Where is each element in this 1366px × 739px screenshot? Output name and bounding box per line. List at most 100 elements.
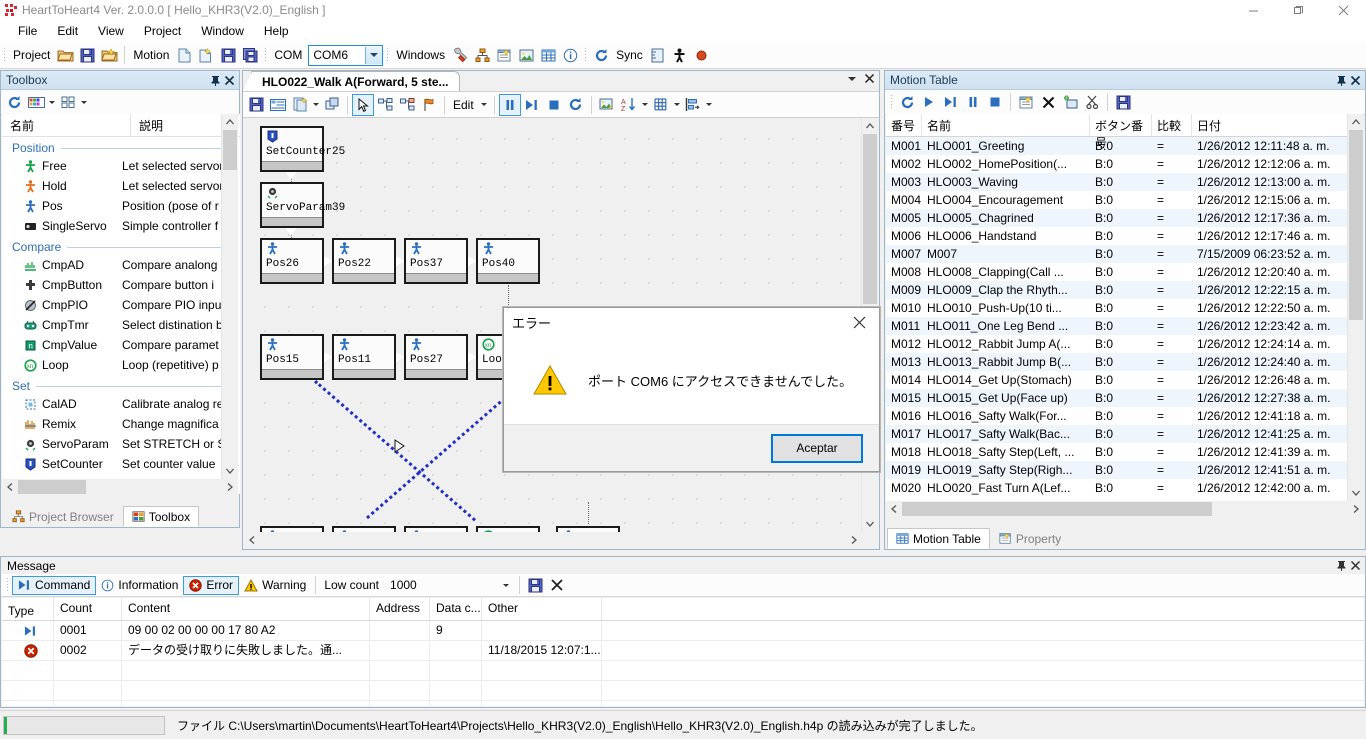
link-icon[interactable] <box>374 94 396 116</box>
toolbox-item-setcounter[interactable]: SetCounter Set counter value <box>2 454 240 474</box>
toolbox-col-desc[interactable]: 説明 <box>131 114 163 136</box>
col-number[interactable]: 番号 <box>886 114 922 136</box>
toolbox-list[interactable]: 名前 説明 Position Free Let selected servor Hol… <box>2 114 240 494</box>
col-other[interactable]: Other <box>482 598 602 620</box>
step-icon[interactable] <box>940 91 962 113</box>
motion-scroll-thumb[interactable] <box>1349 130 1363 320</box>
table-row[interactable]: M012 HLO012_Rabbit Jump A(... B:0 = 1/26/201… <box>886 335 1364 353</box>
scroll-up-icon[interactable] <box>222 114 238 130</box>
flow-node-pos27[interactable]: Pos27 <box>404 334 468 380</box>
scroll-right-icon[interactable] <box>222 479 238 495</box>
motion-table-grid[interactable]: 番号 名前 ボタン番号 比較 日付 M001 HLO001_Greeting B:0… <box>886 114 1364 516</box>
chevron-down-icon-5[interactable] <box>704 94 714 116</box>
grid-icon[interactable] <box>650 94 672 116</box>
chevron-down-icon[interactable] <box>47 91 57 113</box>
copy-motion-icon[interactable] <box>289 94 311 116</box>
delete-icon[interactable] <box>1037 91 1059 113</box>
toolbox-item-cmppio[interactable]: CmpPIO Compare PIO inpu <box>2 295 240 315</box>
sync-icon[interactable] <box>590 44 612 66</box>
stop-icon[interactable] <box>984 91 1006 113</box>
chevron-down-icon[interactable] <box>311 94 321 116</box>
col-date[interactable]: 日付 <box>1192 114 1352 136</box>
sort-az-icon[interactable]: AZ <box>618 94 640 116</box>
info-icon[interactable] <box>559 44 581 66</box>
table-row[interactable]: M006 HLO006_Handstand B:0 = 1/26/2012 12:17:… <box>886 227 1364 245</box>
pause-icon[interactable] <box>962 91 984 113</box>
flow-node-servoparam39[interactable]: ServoParam39 <box>260 182 345 228</box>
chevron-down-icon-2[interactable] <box>478 94 490 116</box>
open-folder-icon[interactable] <box>54 44 76 66</box>
motion-hscrollbar[interactable] <box>886 501 1364 517</box>
scroll-up-icon[interactable] <box>862 118 878 134</box>
flow-node-pos26[interactable]: Pos26 <box>260 238 324 284</box>
message-row[interactable]: 0001 09 00 02 00 00 00 17 80 A2 9 <box>2 621 1364 641</box>
scroll-down-icon[interactable] <box>1348 485 1364 501</box>
scroll-up-icon[interactable] <box>1348 114 1364 130</box>
table-row[interactable]: M013 HLO013_Rabbit Jump B(... B:0 = 1/26/201… <box>886 353 1364 371</box>
col-name[interactable]: 名前 <box>922 114 1090 136</box>
save-motion-icon[interactable] <box>217 44 239 66</box>
toolbox-col-name[interactable]: 名前 <box>2 114 131 136</box>
toolbox-item-cmpbutton[interactable]: CmpButton Compare button i <box>2 275 240 295</box>
flow-node-pos40[interactable]: Pos40 <box>476 238 540 284</box>
table-row[interactable]: M007 M007 B:0 = 7/15/2009 06:23:52 a. m. <box>886 245 1364 263</box>
chevron-down-icon-2[interactable] <box>79 91 89 113</box>
table-row[interactable]: M016 HLO016_Safty Walk(For... B:0 = 1/26/201… <box>886 407 1364 425</box>
scroll-down-icon[interactable] <box>222 463 238 479</box>
tab-toolbox[interactable]: Toolbox <box>122 506 200 527</box>
picture-icon[interactable] <box>515 44 537 66</box>
toolbar-grip-3[interactable] <box>386 47 390 63</box>
new-file-icon[interactable] <box>173 44 195 66</box>
toolbox-item-calad[interactable]: CalAD Calibrate analog re <box>2 394 240 414</box>
pause-icon[interactable] <box>498 93 521 116</box>
message-row[interactable]: 0002 データの受け取りに失敗しました。通... 11/18/2015 12:07… <box>2 641 1364 661</box>
menu-view[interactable]: View <box>88 22 134 40</box>
new-project-icon[interactable] <box>98 44 120 66</box>
picture-icon[interactable] <box>596 94 618 116</box>
filter-information-button[interactable]: Information <box>96 576 183 595</box>
toolbox-hscroll-thumb[interactable] <box>18 480 86 494</box>
col-type[interactable]: Type <box>2 598 54 620</box>
tab-property[interactable]: Property <box>990 528 1070 549</box>
close-icon[interactable] <box>839 308 879 336</box>
wrench-icon[interactable] <box>449 44 471 66</box>
scroll-down-icon[interactable] <box>862 516 878 532</box>
toolbox-item-free[interactable]: Free Let selected servor <box>2 156 240 176</box>
align-icon[interactable] <box>682 94 704 116</box>
table-row[interactable]: M008 HLO008_Clapping(Call ... B:0 = 1/26/201… <box>886 263 1364 281</box>
tab-project-browser[interactable]: Project Browser <box>3 506 123 527</box>
new-motion-icon[interactable] <box>195 44 217 66</box>
pointer-icon[interactable] <box>352 93 374 116</box>
toolbox-hscrollbar[interactable] <box>2 479 238 495</box>
close-icon[interactable] <box>222 73 236 87</box>
pin-icon[interactable] <box>1334 73 1348 87</box>
close-icon[interactable] <box>1348 559 1362 573</box>
save-all-icon[interactable] <box>239 44 261 66</box>
menu-window[interactable]: Window <box>191 22 254 40</box>
table-row[interactable]: M005 HLO005_Chagrined B:0 = 1/26/2012 12:17:… <box>886 209 1364 227</box>
tab-motion-table[interactable]: Motion Table <box>887 528 990 549</box>
col-address[interactable]: Address <box>370 598 430 620</box>
close-button[interactable] <box>1321 0 1366 20</box>
toolbox-item-singleservo[interactable]: SingleServo Simple controller f <box>2 216 240 236</box>
table-row[interactable]: M020 HLO020_Fast Turn A(Lef... B:0 = 1/26/20… <box>886 479 1364 497</box>
step-icon[interactable] <box>521 94 543 116</box>
save-icon[interactable] <box>524 574 546 596</box>
property-icon[interactable] <box>1015 91 1037 113</box>
motion-hscroll-thumb[interactable] <box>902 502 1212 516</box>
col-button-number[interactable]: ボタン番号 <box>1090 114 1152 150</box>
minimize-button[interactable] <box>1231 0 1276 20</box>
pin-icon[interactable] <box>208 73 222 87</box>
scroll-right-icon[interactable] <box>1348 501 1364 517</box>
toolbox-item-cmptmr[interactable]: CmpTmr Select distination b <box>2 315 240 335</box>
grid-view-icon[interactable] <box>267 94 289 116</box>
details-view-icon[interactable] <box>25 91 47 113</box>
toolbox-scroll-thumb[interactable] <box>223 130 237 170</box>
canvas-hscrollbar[interactable] <box>244 532 862 548</box>
flow-node-pos11[interactable]: Pos11 <box>332 334 396 380</box>
col-count[interactable]: Count <box>54 598 122 620</box>
filter-error-button[interactable]: Error <box>183 575 240 595</box>
toolbox-item-hold[interactable]: Hold Let selected servor <box>2 176 240 196</box>
tab-list-chevron-icon[interactable] <box>848 76 856 81</box>
table-icon[interactable] <box>537 44 559 66</box>
